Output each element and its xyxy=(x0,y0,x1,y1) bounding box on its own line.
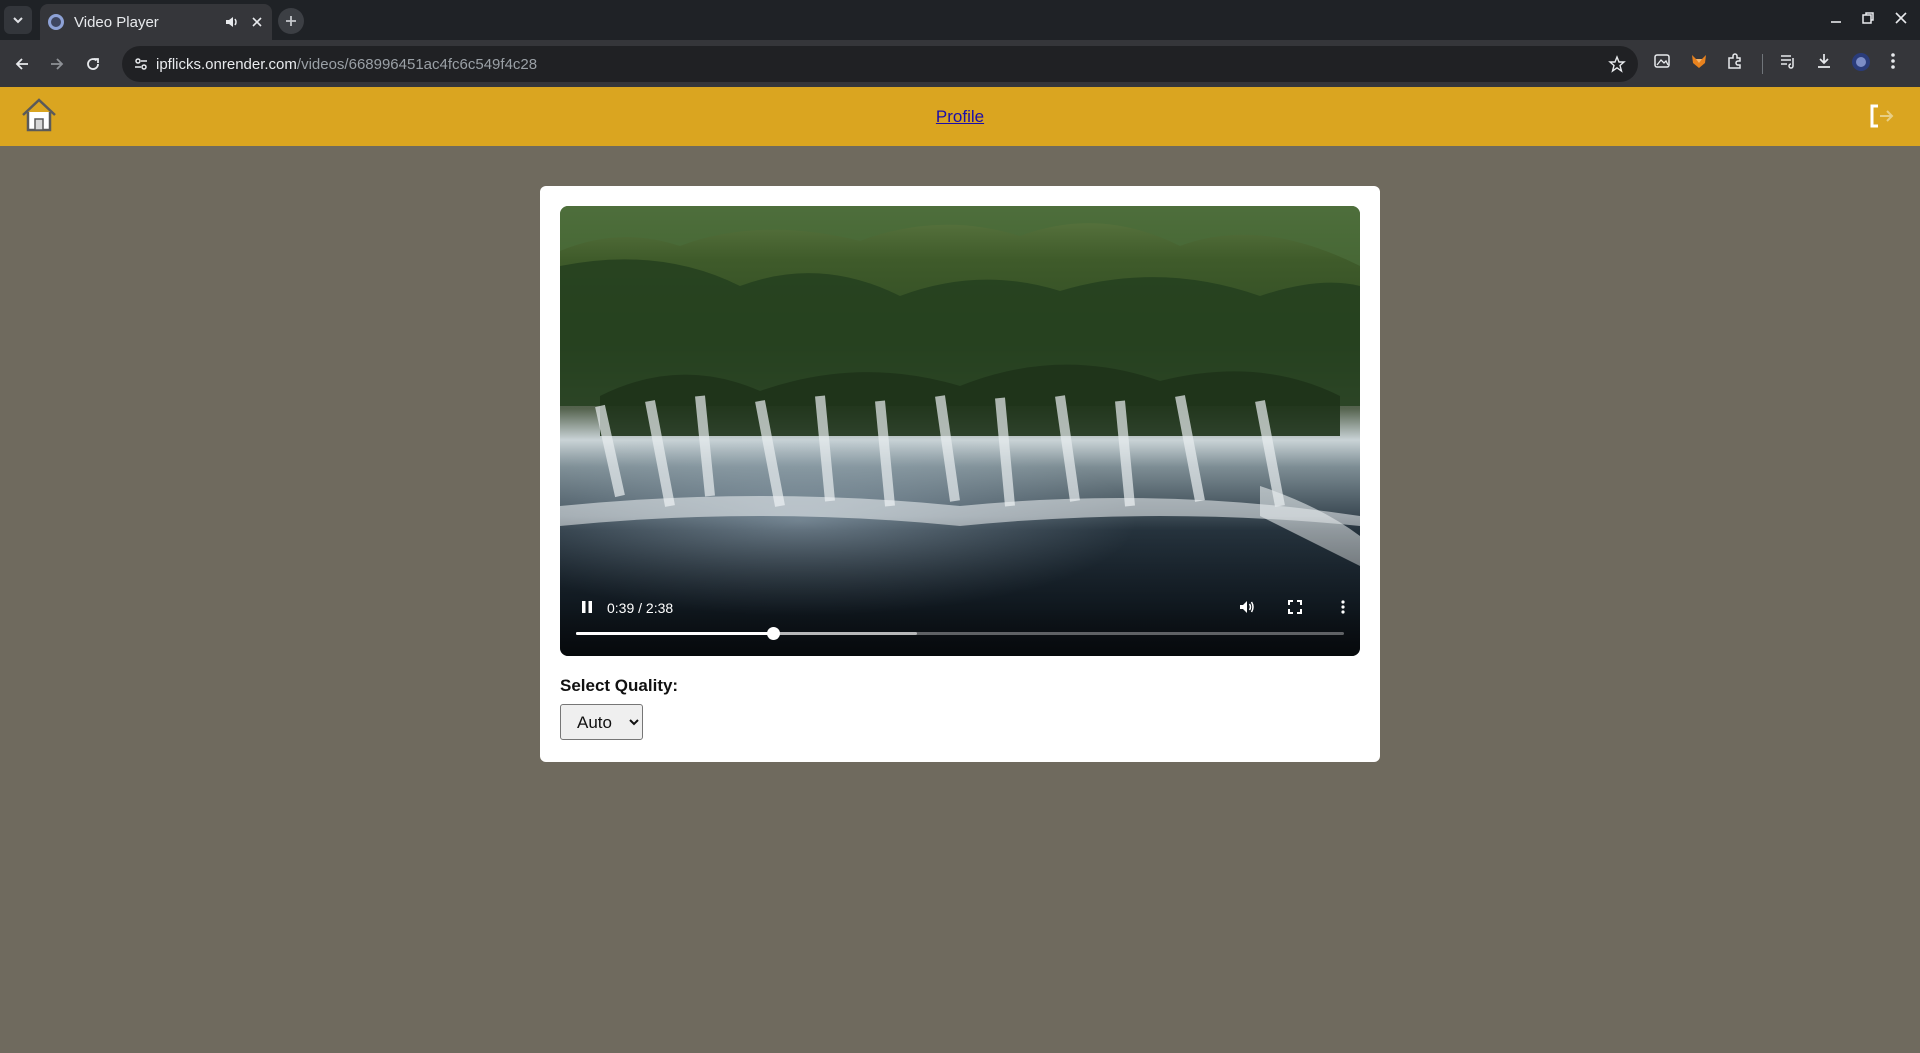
reload-icon xyxy=(87,58,99,70)
fullscreen-button[interactable] xyxy=(1284,596,1306,618)
video-progress-bar[interactable] xyxy=(576,627,1344,640)
speaker-icon[interactable] xyxy=(224,14,240,30)
quality-select[interactable]: Auto xyxy=(560,704,643,740)
plus-icon xyxy=(286,16,296,26)
browser-tab-strip: Video Player xyxy=(0,0,1920,40)
browser-tab-active[interactable]: Video Player xyxy=(40,4,272,40)
tab-close-icon[interactable] xyxy=(250,15,264,29)
image-extension-icon[interactable] xyxy=(1653,52,1671,70)
close-window-icon[interactable] xyxy=(1893,10,1909,26)
quality-label: Select Quality: xyxy=(560,676,679,695)
video-played-bar xyxy=(576,632,773,635)
chevron-down-icon xyxy=(13,17,23,24)
url-host: ipflicks.onrender.com xyxy=(156,56,297,73)
fullscreen-icon xyxy=(1288,600,1302,614)
more-vertical-icon xyxy=(1341,600,1345,614)
reload-button[interactable] xyxy=(81,52,105,76)
site-header: Profile xyxy=(0,87,1920,146)
new-tab-button[interactable] xyxy=(278,8,304,34)
pause-icon xyxy=(582,601,592,613)
site-favicon-icon xyxy=(48,14,64,30)
forward-button[interactable] xyxy=(45,52,69,76)
restore-icon[interactable] xyxy=(1860,10,1876,26)
profile-link[interactable]: Profile xyxy=(936,107,984,126)
volume-button[interactable] xyxy=(1236,596,1258,618)
pause-button[interactable] xyxy=(576,596,598,618)
fox-extension-icon[interactable] xyxy=(1690,52,1708,70)
media-control-icon[interactable] xyxy=(1779,52,1797,70)
download-icon[interactable] xyxy=(1815,52,1833,70)
puzzle-extensions-icon[interactable] xyxy=(1726,52,1744,70)
browser-toolbar: ipflicks.onrender.com/videos/668996451ac… xyxy=(0,40,1920,87)
bookmark-star-icon[interactable] xyxy=(1608,55,1626,73)
video-more-options-button[interactable] xyxy=(1332,596,1354,618)
minimize-icon[interactable] xyxy=(1828,10,1844,26)
tab-title: Video Player xyxy=(74,13,159,31)
menu-kebab-icon[interactable] xyxy=(1890,52,1896,70)
profile-link-row: Profile xyxy=(0,107,1920,127)
arrow-left-icon xyxy=(15,58,28,70)
volume-icon xyxy=(1240,601,1254,613)
logout-icon[interactable] xyxy=(1866,101,1896,131)
video-card: 0:39 / 2:38 Select Quality: Auto xyxy=(540,186,1380,762)
site-settings-icon[interactable] xyxy=(133,56,149,72)
profile-avatar-icon[interactable] xyxy=(1851,52,1871,72)
address-bar[interactable]: ipflicks.onrender.com/videos/668996451ac… xyxy=(122,46,1638,82)
arrow-right-icon xyxy=(51,58,64,70)
toolbar-separator xyxy=(1762,54,1763,74)
controls-gradient xyxy=(560,516,1360,656)
url-path: /videos/668996451ac4fc6c549f4c28 xyxy=(296,56,538,73)
back-button[interactable] xyxy=(10,52,34,76)
url-text: ipflicks.onrender.com/videos/668996451ac… xyxy=(156,56,537,73)
tab-search-button[interactable] xyxy=(4,6,32,34)
video-time-display: 0:39 / 2:38 xyxy=(607,600,674,616)
video-player[interactable]: 0:39 / 2:38 xyxy=(560,206,1360,656)
video-scrubber-handle[interactable] xyxy=(766,627,780,640)
